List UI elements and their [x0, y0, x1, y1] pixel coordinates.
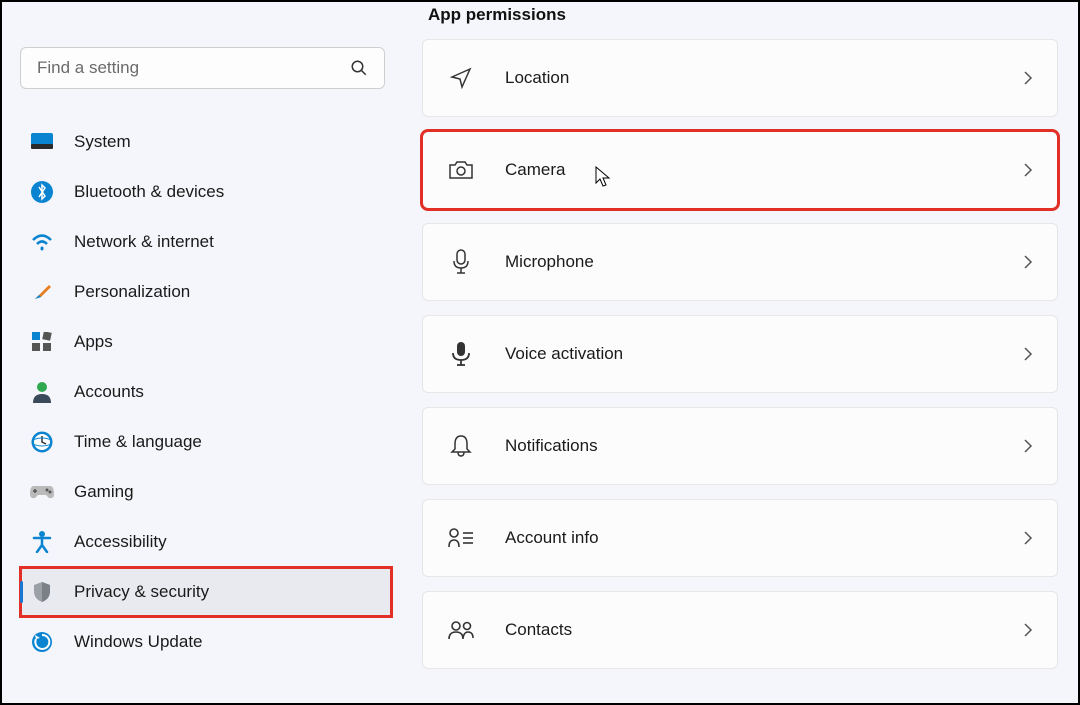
- person-icon: [30, 380, 54, 404]
- voice-icon: [447, 340, 475, 368]
- sidebar-item-label: Personalization: [74, 282, 190, 302]
- chevron-right-icon: [1023, 70, 1033, 86]
- permission-item-location[interactable]: Location: [422, 39, 1058, 117]
- chevron-right-icon: [1023, 622, 1033, 638]
- permission-list: Location Camera Microphone Voice activat…: [422, 39, 1058, 669]
- accessibility-icon: [30, 530, 54, 554]
- sidebar-item-label: Accessibility: [74, 532, 167, 552]
- sidebar-item-apps[interactable]: Apps: [20, 317, 392, 367]
- permission-label: Notifications: [505, 436, 1023, 456]
- sidebar-item-accessibility[interactable]: Accessibility: [20, 517, 392, 567]
- camera-icon: [447, 156, 475, 184]
- sidebar-item-gaming[interactable]: Gaming: [20, 467, 392, 517]
- chevron-right-icon: [1023, 254, 1033, 270]
- sidebar-item-network[interactable]: Network & internet: [20, 217, 392, 267]
- sidebar-item-accounts[interactable]: Accounts: [20, 367, 392, 417]
- sidebar-item-personalization[interactable]: Personalization: [20, 267, 392, 317]
- chevron-right-icon: [1023, 438, 1033, 454]
- chevron-right-icon: [1023, 346, 1033, 362]
- sidebar-item-bluetooth[interactable]: Bluetooth & devices: [20, 167, 392, 217]
- chevron-right-icon: [1023, 162, 1033, 178]
- permission-item-microphone[interactable]: Microphone: [422, 223, 1058, 301]
- permission-label: Contacts: [505, 620, 1023, 640]
- main-panel: App permissions Location Camera Micropho…: [402, 2, 1078, 703]
- search-input[interactable]: [37, 58, 350, 78]
- sidebar-item-label: Windows Update: [74, 632, 203, 652]
- permission-label: Account info: [505, 528, 1023, 548]
- permission-label: Location: [505, 68, 1023, 88]
- sidebar-item-privacy-security[interactable]: Privacy & security: [20, 567, 392, 617]
- sidebar-item-label: Privacy & security: [74, 582, 209, 602]
- sidebar-item-label: System: [74, 132, 131, 152]
- search-icon: [350, 59, 368, 77]
- microphone-icon: [447, 248, 475, 276]
- wifi-icon: [30, 230, 54, 254]
- account-info-icon: [447, 524, 475, 552]
- paintbrush-icon: [30, 280, 54, 304]
- sidebar-item-system[interactable]: System: [20, 117, 392, 167]
- shield-icon: [30, 580, 54, 604]
- system-icon: [30, 130, 54, 154]
- permission-item-contacts[interactable]: Contacts: [422, 591, 1058, 669]
- permission-item-camera[interactable]: Camera: [422, 131, 1058, 209]
- permission-label: Camera: [505, 160, 1023, 180]
- sidebar-item-label: Time & language: [74, 432, 202, 452]
- search-box[interactable]: [20, 47, 385, 89]
- nav-list: System Bluetooth & devices Network & int…: [20, 117, 392, 667]
- sidebar-item-label: Bluetooth & devices: [74, 182, 224, 202]
- section-title: App permissions: [428, 5, 1058, 25]
- bell-icon: [447, 432, 475, 460]
- sidebar-item-time-language[interactable]: Time & language: [20, 417, 392, 467]
- update-icon: [30, 630, 54, 654]
- bluetooth-icon: [30, 180, 54, 204]
- sidebar-item-windows-update[interactable]: Windows Update: [20, 617, 392, 667]
- location-icon: [447, 64, 475, 92]
- permission-item-voice-activation[interactable]: Voice activation: [422, 315, 1058, 393]
- permission-label: Voice activation: [505, 344, 1023, 364]
- permission-item-notifications[interactable]: Notifications: [422, 407, 1058, 485]
- sidebar-item-label: Network & internet: [74, 232, 214, 252]
- sidebar: System Bluetooth & devices Network & int…: [2, 2, 402, 703]
- chevron-right-icon: [1023, 530, 1033, 546]
- permission-label: Microphone: [505, 252, 1023, 272]
- contacts-icon: [447, 616, 475, 644]
- sidebar-item-label: Accounts: [74, 382, 144, 402]
- globe-clock-icon: [30, 430, 54, 454]
- permission-item-account-info[interactable]: Account info: [422, 499, 1058, 577]
- sidebar-item-label: Apps: [74, 332, 113, 352]
- sidebar-item-label: Gaming: [74, 482, 134, 502]
- gamepad-icon: [30, 480, 54, 504]
- apps-icon: [30, 330, 54, 354]
